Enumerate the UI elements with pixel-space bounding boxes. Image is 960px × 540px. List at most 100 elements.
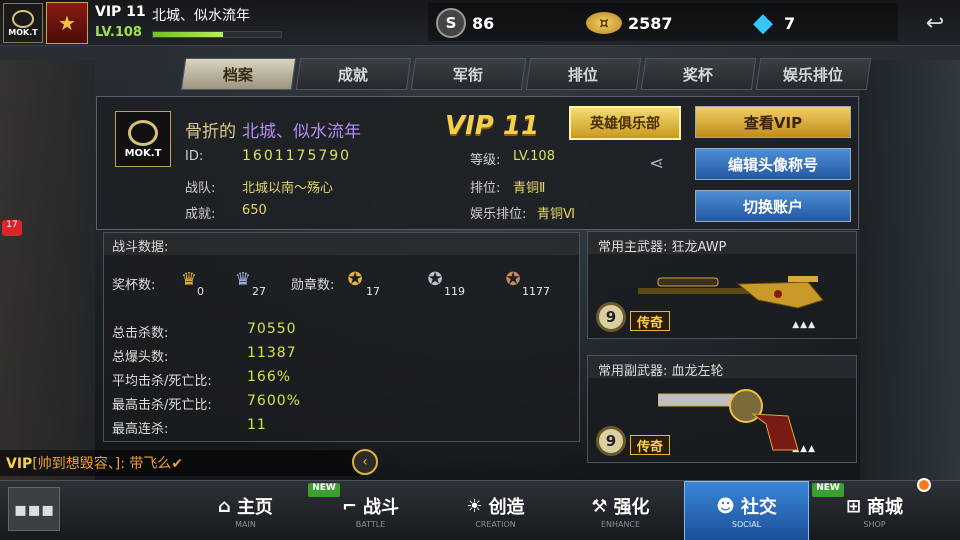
stat-value: 11: [247, 417, 267, 433]
back-arrow-icon: ↩: [925, 10, 945, 36]
currency-diamond[interactable]: ◆ 7: [748, 7, 795, 39]
achievement-value: 650: [242, 203, 267, 218]
team-value[interactable]: 北城以南～殇心: [242, 177, 333, 196]
edit-avatar-title-button[interactable]: 编辑头像称号: [695, 148, 851, 180]
stat-label: 平均击杀/死亡比:: [112, 374, 212, 389]
share-icon[interactable]: ⋖: [649, 153, 664, 174]
chat-vip-tag: VIP: [6, 456, 33, 472]
chevron-left-icon: ‹: [362, 454, 368, 470]
header-vip: VIP 11: [95, 4, 146, 20]
new-badge: NEW: [812, 483, 844, 497]
xp-bar: [152, 31, 282, 38]
chat-username: [帅到想毁容、]:: [32, 456, 125, 472]
stat-label: 最高连杀:: [112, 422, 169, 437]
profile-tabs: 档案 成就 军衔 排位 奖杯 娱乐排位: [180, 58, 872, 90]
chat-collapse-button[interactable]: ‹: [352, 449, 378, 475]
nav-label: 强化: [613, 497, 650, 518]
primary-weapon-title: 常用主武器: 狂龙AWP: [588, 232, 856, 255]
nav-sub: SHOP: [863, 520, 886, 529]
cart-icon: ⊞: [845, 495, 862, 517]
tab-fun-ranking[interactable]: 娱乐排位: [755, 58, 872, 90]
tab-profile[interactable]: 档案: [180, 58, 297, 90]
weapon-stars: ▲▲▲: [792, 320, 816, 330]
nav-sub: CREATION: [475, 520, 516, 529]
nav-label: 商城: [867, 497, 904, 518]
rank-badge-icon[interactable]: ★: [46, 2, 88, 44]
primary-weapon-card[interactable]: 常用主武器: 狂龙AWP 9 传奇 ▲▲▲: [587, 231, 857, 339]
nav-label: 战斗: [363, 497, 400, 518]
clan-tag: MOK.T: [8, 27, 38, 37]
header-player-name: 北城、似水流年: [152, 8, 250, 24]
nav-shop[interactable]: NEW ⊞ 商城 SHOP: [812, 478, 937, 540]
nav-label: 创造: [488, 497, 525, 518]
bottom-nav: ▪▪▪ ⌂ 主页 MAIN NEW ⌐ 战斗 BATTLE ☀ 创造 CREATION…: [0, 478, 960, 540]
nav-label: 社交: [740, 497, 777, 518]
level-label: 等级:: [470, 153, 501, 168]
fun-rank-label: 娱乐排位:: [470, 207, 527, 222]
tab-trophies[interactable]: 奖杯: [640, 58, 757, 90]
nav-enhance[interactable]: ⚒ 强化 ENHANCE: [558, 481, 683, 540]
avatar[interactable]: MOK.T: [115, 111, 171, 167]
secondary-weapon-card[interactable]: 常用副武器: 血龙左轮 9 传奇 ▲▲▲: [587, 355, 857, 463]
tab-label: 档案: [223, 65, 254, 84]
revolver-icon: [658, 389, 799, 451]
trophy-count: 27: [252, 285, 266, 298]
trophy-label: 奖杯数:: [112, 278, 156, 293]
profile-panel: MOK.T 骨折的 北城、似水流年 VIP 11 ID: 1601175790 战…: [96, 96, 859, 230]
bulb-icon: ☀: [466, 495, 483, 517]
new-badge: NEW: [308, 483, 340, 497]
stat-value: 70550: [247, 321, 297, 337]
menu-button[interactable]: ▪▪▪: [8, 487, 60, 531]
s-medal-icon: S: [436, 8, 466, 38]
tab-ranking[interactable]: 排位: [525, 58, 642, 90]
back-button[interactable]: ↩: [920, 8, 950, 38]
tab-rank[interactable]: 军衔: [410, 58, 527, 90]
achievement-label: 成就:: [185, 207, 216, 222]
chat-bar[interactable]: VIP[帅到想毁容、]: 带飞么✔: [0, 450, 360, 476]
side-notification-badge[interactable]: 17: [2, 220, 22, 236]
currency-s-value: 86: [472, 13, 495, 33]
bronze-medal-icon: ✪: [505, 268, 521, 290]
nav-sub: BATTLE: [355, 520, 386, 529]
stat-value: 7600%: [247, 393, 301, 409]
chat-menu-icon: ▪▪▪: [13, 497, 55, 521]
weapon-rarity-badge: 传奇: [630, 311, 671, 331]
medal-count: 119: [444, 285, 465, 298]
nav-battle[interactable]: NEW ⌐ 战斗 BATTLE: [308, 481, 433, 540]
tab-label: 军衔: [453, 65, 484, 84]
clan-logo[interactable]: MOK.T: [3, 3, 43, 43]
id-value: 1601175790: [242, 148, 352, 164]
avatar-emblem-icon: [128, 119, 158, 146]
silver-trophy-icon: ♛: [234, 268, 252, 290]
nav-label: 主页: [236, 497, 273, 518]
stat-label: 总爆头数:: [112, 350, 169, 365]
top-bar: MOK.T ★ VIP 11 北城、似水流年 LV.108 S 86 ¤ 258…: [0, 0, 960, 46]
currency-gold-value: 2587: [628, 13, 673, 33]
rank-value: 青铜Ⅱ: [513, 181, 546, 196]
gold-coin-icon: ¤: [586, 12, 622, 34]
background-right: [860, 60, 960, 480]
switch-account-button[interactable]: 切换账户: [695, 190, 851, 222]
trophy-count: 0: [197, 285, 204, 298]
gun-icon: ⌐: [341, 495, 358, 517]
medal-label: 勋章数:: [291, 278, 335, 293]
currency-gold[interactable]: ¤ 2587: [586, 7, 673, 39]
stat-value: 11387: [247, 345, 297, 361]
nav-social[interactable]: ☻ 社交 SOCIAL: [684, 481, 809, 540]
view-vip-button[interactable]: 查看VIP: [695, 106, 851, 138]
stat-label: 最高击杀/死亡比:: [112, 398, 212, 413]
background-left: [0, 60, 95, 480]
clan-emblem-icon: [12, 9, 34, 28]
hero-club-button[interactable]: 英雄俱乐部: [569, 106, 681, 140]
tab-achievements[interactable]: 成就: [295, 58, 412, 90]
nav-sub: ENHANCE: [600, 520, 641, 529]
tab-label: 奖杯: [683, 65, 714, 84]
gold-medal-icon: ✪: [347, 268, 363, 290]
awp-rifle-icon: [638, 276, 824, 309]
nav-main[interactable]: ⌂ 主页 MAIN: [183, 481, 308, 540]
nav-creation[interactable]: ☀ 创造 CREATION: [433, 481, 558, 540]
xp-bar-fill: [153, 32, 224, 37]
currency-s[interactable]: S 86: [436, 7, 494, 39]
hammer-icon: ⚒: [591, 495, 608, 517]
fun-rank-value: 青铜Ⅵ: [537, 207, 575, 222]
